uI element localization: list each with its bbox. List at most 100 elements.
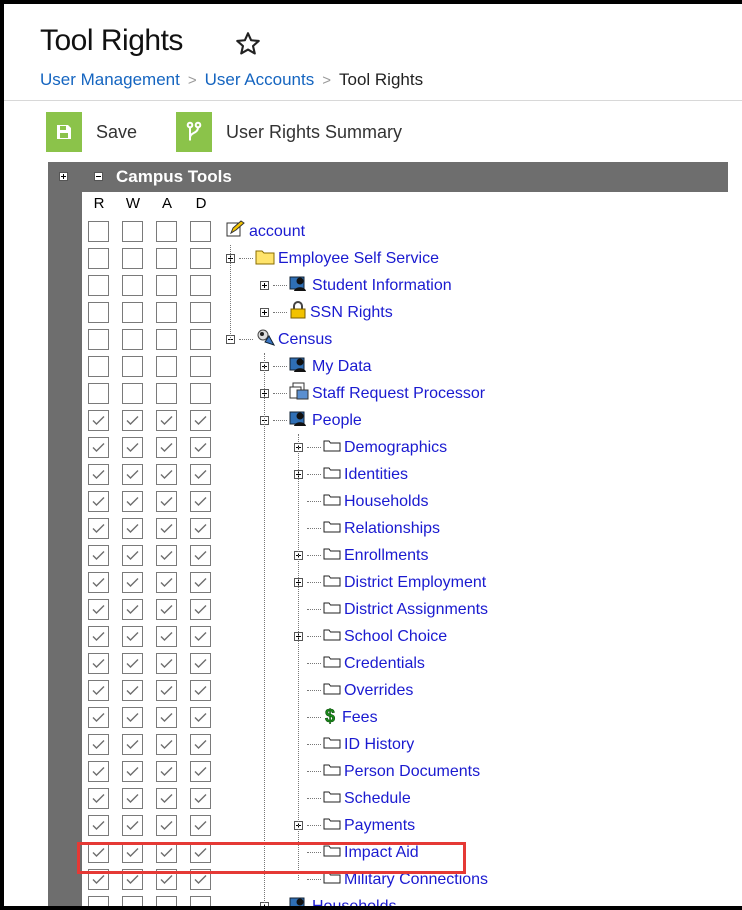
tree-node-label[interactable]: People xyxy=(312,412,362,430)
tree-node-label[interactable]: SSN Rights xyxy=(310,304,393,322)
add-checkbox[interactable] xyxy=(156,707,177,728)
write-checkbox[interactable] xyxy=(122,248,143,269)
write-checkbox[interactable] xyxy=(122,518,143,539)
add-checkbox[interactable] xyxy=(156,788,177,809)
write-checkbox[interactable] xyxy=(122,356,143,377)
write-checkbox[interactable] xyxy=(122,626,143,647)
add-checkbox[interactable] xyxy=(156,248,177,269)
write-checkbox[interactable] xyxy=(122,383,143,404)
write-checkbox[interactable] xyxy=(122,680,143,701)
read-checkbox[interactable] xyxy=(88,788,109,809)
read-checkbox[interactable] xyxy=(88,707,109,728)
user-rights-summary-button[interactable]: User Rights Summary xyxy=(176,112,402,152)
write-checkbox[interactable] xyxy=(122,491,143,512)
write-checkbox[interactable] xyxy=(122,410,143,431)
delete-checkbox[interactable] xyxy=(190,626,211,647)
delete-checkbox[interactable] xyxy=(190,680,211,701)
delete-checkbox[interactable] xyxy=(190,491,211,512)
tree-node-label[interactable]: Employee Self Service xyxy=(278,250,439,268)
tree-node-label[interactable]: Demographics xyxy=(344,439,447,457)
add-checkbox[interactable] xyxy=(156,599,177,620)
read-checkbox[interactable] xyxy=(88,680,109,701)
delete-checkbox[interactable] xyxy=(190,437,211,458)
delete-checkbox[interactable] xyxy=(190,788,211,809)
add-checkbox[interactable] xyxy=(156,302,177,323)
tree-node-label[interactable]: account xyxy=(249,223,305,241)
read-checkbox[interactable] xyxy=(88,464,109,485)
expand-icon[interactable] xyxy=(59,172,68,181)
tree-node-label[interactable]: Staff Request Processor xyxy=(312,385,485,403)
breadcrumb-user-management[interactable]: User Management xyxy=(40,70,180,89)
add-checkbox[interactable] xyxy=(156,464,177,485)
read-checkbox[interactable] xyxy=(88,248,109,269)
add-checkbox[interactable] xyxy=(156,491,177,512)
tree-node-label[interactable]: District Employment xyxy=(344,574,486,592)
delete-checkbox[interactable] xyxy=(190,734,211,755)
delete-checkbox[interactable] xyxy=(190,653,211,674)
add-checkbox[interactable] xyxy=(156,815,177,836)
write-checkbox[interactable] xyxy=(122,329,143,350)
add-checkbox[interactable] xyxy=(156,437,177,458)
delete-checkbox[interactable] xyxy=(190,518,211,539)
add-checkbox[interactable] xyxy=(156,653,177,674)
add-checkbox[interactable] xyxy=(156,518,177,539)
delete-checkbox[interactable] xyxy=(190,599,211,620)
read-checkbox[interactable] xyxy=(88,410,109,431)
read-checkbox[interactable] xyxy=(88,302,109,323)
tree-node-label[interactable]: Fees xyxy=(342,709,378,727)
delete-checkbox[interactable] xyxy=(190,896,211,906)
add-checkbox[interactable] xyxy=(156,572,177,593)
add-checkbox[interactable] xyxy=(156,761,177,782)
write-checkbox[interactable] xyxy=(122,572,143,593)
write-checkbox[interactable] xyxy=(122,707,143,728)
tree-node-label[interactable]: My Data xyxy=(312,358,372,376)
read-checkbox[interactable] xyxy=(88,761,109,782)
write-checkbox[interactable] xyxy=(122,437,143,458)
delete-checkbox[interactable] xyxy=(190,275,211,296)
read-checkbox[interactable] xyxy=(88,599,109,620)
write-checkbox[interactable] xyxy=(122,275,143,296)
read-checkbox[interactable] xyxy=(88,896,109,906)
tree-node-label[interactable]: Schedule xyxy=(344,790,411,808)
write-checkbox[interactable] xyxy=(122,464,143,485)
delete-checkbox[interactable] xyxy=(190,707,211,728)
write-checkbox[interactable] xyxy=(122,302,143,323)
delete-checkbox[interactable] xyxy=(190,221,211,242)
add-checkbox[interactable] xyxy=(156,410,177,431)
expand-icon[interactable] xyxy=(260,308,269,317)
delete-checkbox[interactable] xyxy=(190,356,211,377)
tree-node-label[interactable]: Relationships xyxy=(344,520,440,538)
write-checkbox[interactable] xyxy=(122,896,143,906)
expand-icon[interactable] xyxy=(260,281,269,290)
tree-node-label[interactable]: Credentials xyxy=(344,655,425,673)
add-checkbox[interactable] xyxy=(156,329,177,350)
tree-node-label[interactable]: Enrollments xyxy=(344,547,428,565)
tree-node-label[interactable]: Households xyxy=(344,493,429,511)
tree-node-label[interactable]: Student Information xyxy=(312,277,452,295)
tree-node-label[interactable]: Overrides xyxy=(344,682,413,700)
read-checkbox[interactable] xyxy=(88,572,109,593)
read-checkbox[interactable] xyxy=(88,545,109,566)
delete-checkbox[interactable] xyxy=(190,815,211,836)
read-checkbox[interactable] xyxy=(88,437,109,458)
delete-checkbox[interactable] xyxy=(190,248,211,269)
star-icon[interactable] xyxy=(234,30,262,58)
add-checkbox[interactable] xyxy=(156,545,177,566)
delete-checkbox[interactable] xyxy=(190,761,211,782)
add-checkbox[interactable] xyxy=(156,734,177,755)
write-checkbox[interactable] xyxy=(122,221,143,242)
read-checkbox[interactable] xyxy=(88,626,109,647)
add-checkbox[interactable] xyxy=(156,356,177,377)
read-checkbox[interactable] xyxy=(88,275,109,296)
collapse-icon[interactable] xyxy=(94,172,103,181)
delete-checkbox[interactable] xyxy=(190,383,211,404)
tree-node-label[interactable]: School Choice xyxy=(344,628,447,646)
write-checkbox[interactable] xyxy=(122,653,143,674)
write-checkbox[interactable] xyxy=(122,545,143,566)
read-checkbox[interactable] xyxy=(88,491,109,512)
tree-node-label[interactable]: Identities xyxy=(344,466,408,484)
read-checkbox[interactable] xyxy=(88,734,109,755)
breadcrumb-user-accounts[interactable]: User Accounts xyxy=(205,70,315,89)
read-checkbox[interactable] xyxy=(88,329,109,350)
read-checkbox[interactable] xyxy=(88,356,109,377)
